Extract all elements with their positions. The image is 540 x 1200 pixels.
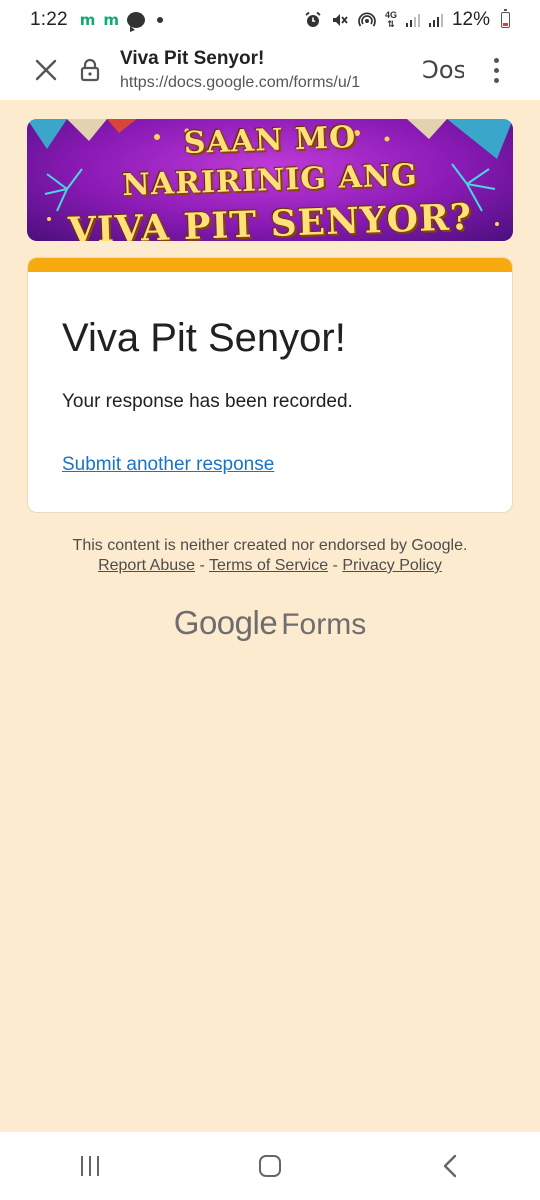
browser-toolbar: Viva Pit Senyor! https://docs.google.com…: [0, 40, 540, 100]
page-title: Viva Pit Senyor!: [120, 48, 265, 69]
link-separator: -: [195, 557, 209, 574]
notification-m-icon: m: [103, 11, 120, 29]
confirmation-message: Your response has been recorded.: [62, 391, 353, 412]
menu-dot-icon: [493, 77, 499, 83]
notification-m-icon: m: [79, 11, 96, 29]
google-wordmark: Google: [173, 604, 278, 641]
battery-percent: 12%: [451, 9, 490, 30]
forms-wordmark: Forms: [281, 608, 367, 641]
system-icons: 4G ⇅ 12%: [304, 9, 510, 31]
legal-links: Report Abuse - Terms of Service - Privac…: [0, 557, 540, 575]
close-tab-button[interactable]: [24, 48, 68, 92]
menu-dot-icon: [493, 57, 499, 63]
chat-bubble-icon: [127, 12, 146, 32]
battery-icon: [501, 9, 510, 28]
mute-icon: [332, 14, 348, 26]
submit-another-response-link[interactable]: Submit another response: [62, 454, 274, 476]
system-navigation-bar: [0, 1132, 540, 1200]
header-banner-image: SAAN MO NARIRINIG ANG VIVA PIT SENYOR?: [27, 119, 513, 241]
recent-apps-button[interactable]: [60, 1141, 120, 1191]
home-button[interactable]: [240, 1141, 300, 1191]
form-page: SAAN MO NARIRINIG ANG VIVA PIT SENYOR? V…: [0, 100, 540, 1132]
report-abuse-link[interactable]: Report Abuse: [98, 557, 195, 574]
terms-of-service-link[interactable]: Terms of Service: [209, 557, 328, 574]
alarm-icon: [305, 11, 321, 27]
back-button[interactable]: [420, 1141, 480, 1191]
hotspot-icon: [358, 12, 376, 27]
privacy-policy-link[interactable]: Privacy Policy: [342, 557, 442, 574]
form-title: Viva Pit Senyor!: [62, 316, 346, 360]
recent-apps-icon: [81, 1156, 99, 1176]
status-bar: 1:22 m m 4G ⇅ 12%: [0, 0, 540, 40]
notification-icons: m m: [79, 11, 164, 32]
toolbar-action-button[interactable]: Ɔos: [422, 56, 464, 84]
close-icon: [35, 59, 57, 81]
url-text: https://docs.google.com/forms/u/1: [120, 74, 361, 91]
more-notifications-dot-icon: [157, 17, 164, 23]
network-type-label: 4G ⇅: [384, 10, 397, 29]
status-time: 1:22: [30, 9, 68, 30]
back-chevron-icon: [443, 1154, 457, 1178]
card-accent-bar: [28, 258, 512, 272]
more-options-button[interactable]: [484, 57, 508, 83]
disclaimer-text: This content is neither created nor endo…: [72, 537, 468, 554]
signal-strength-icon: [405, 13, 420, 27]
site-info-button[interactable]: [76, 56, 104, 84]
google-forms-logo[interactable]: Google Forms: [0, 604, 540, 642]
confirmation-card: Viva Pit Senyor! Your response has been …: [27, 257, 513, 513]
signal-strength-icon: [428, 13, 443, 27]
link-separator: -: [328, 557, 343, 574]
address-area[interactable]: Viva Pit Senyor! https://docs.google.com…: [120, 48, 410, 92]
lock-icon: [80, 58, 100, 82]
menu-dot-icon: [493, 67, 499, 73]
home-icon: [259, 1155, 281, 1177]
